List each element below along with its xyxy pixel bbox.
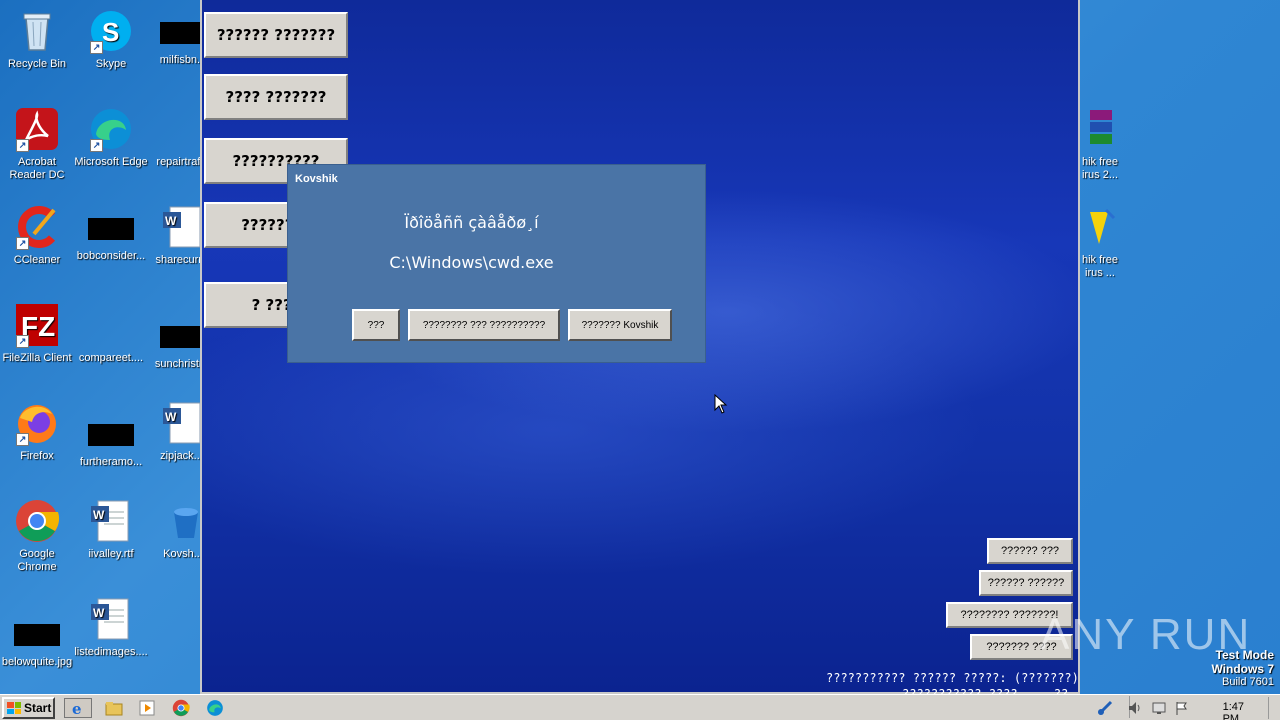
ie-taskbar-icon[interactable]: e — [64, 698, 92, 718]
mouse-cursor-icon — [714, 393, 728, 418]
desktop-icon-label: furtheramo... — [79, 456, 143, 468]
antivirus-icon — [1080, 204, 1120, 250]
start-label: Start — [24, 701, 52, 715]
chrome-taskbar-icon[interactable] — [170, 698, 192, 718]
start-button[interactable]: Start — [2, 697, 55, 719]
desktop-icon-ccleaner[interactable]: ↗ CCleaner — [0, 204, 74, 267]
desktop-icon-recycle-bin[interactable]: Recycle Bin — [0, 8, 74, 71]
media-player-taskbar-icon[interactable] — [136, 698, 158, 718]
taskbar-clock[interactable]: 1:47 PM — [1223, 701, 1244, 720]
svg-text:W: W — [93, 508, 105, 522]
desktop-icon-acrobat[interactable]: ↗ Acrobat Reader DC — [0, 106, 74, 182]
dialog-kovshik-button[interactable]: ??????? Kovshik — [568, 309, 672, 341]
edge-icon: ↗ — [88, 106, 134, 152]
volume-tray-icon[interactable] — [1124, 698, 1146, 718]
monitor-tray-icon[interactable] — [1148, 698, 1170, 718]
network-tray-icon[interactable] — [1094, 698, 1116, 718]
dialog-message-line-2: C:\Windows\cwd.exe — [288, 253, 705, 272]
winrar-icon — [1080, 106, 1120, 152]
blank-file-icon — [88, 302, 134, 348]
shortcut-arrow-icon: ↗ — [16, 237, 29, 250]
desktop-icon-bobconsider[interactable]: bobconsider... — [74, 204, 148, 263]
dialog-ok-button[interactable]: ??? — [352, 309, 400, 341]
svg-text:W: W — [93, 606, 105, 620]
acrobat-icon: ↗ — [14, 106, 60, 152]
edge-taskbar-icon[interactable] — [204, 698, 226, 718]
black-file-icon — [88, 424, 134, 446]
dialog-message-line-1: Ïðîöåññ çàâåðø¸í — [288, 213, 705, 232]
dialog-message-text-2: C:\Windows\cwd.exe — [389, 253, 554, 272]
filezilla-icon: FZ ↗ — [14, 302, 60, 348]
dialog-message-text-1: Ïðîöåññ çàâåðø¸í — [404, 213, 539, 232]
svg-text:S: S — [102, 17, 119, 47]
desktop-icon-edge[interactable]: ↗ Microsoft Edge — [74, 106, 148, 169]
desktop-icon-filezilla[interactable]: FZ ↗ FileZilla Client — [0, 302, 74, 365]
desktop-icon-label: Firefox — [20, 450, 54, 462]
svg-text:W: W — [165, 410, 177, 424]
ccleaner-icon: ↗ — [14, 204, 60, 250]
dialog-title: Kovshik — [295, 173, 338, 185]
shortcut-arrow-icon: ↗ — [90, 41, 103, 54]
shortcut-arrow-icon: ↗ — [16, 139, 29, 152]
black-file-icon — [88, 218, 134, 240]
shortcut-arrow-icon: ↗ — [90, 139, 103, 152]
shortcut-arrow-icon: ↗ — [16, 433, 29, 446]
shortcut-arrow-icon: ↗ — [16, 335, 29, 348]
bottom-button-1[interactable]: ?????? ??? — [987, 538, 1073, 564]
show-desktop-button[interactable] — [1268, 697, 1280, 719]
chrome-icon — [14, 498, 60, 544]
taskbar: Start e 1:47 PM — [0, 694, 1280, 720]
black-file-icon — [14, 624, 60, 646]
recycle-bin-icon — [14, 8, 60, 54]
word-doc-icon: W — [88, 596, 134, 642]
desktop-icon-label: Recycle Bin — [7, 58, 67, 70]
test-mode-line-1: Test Mode — [1215, 648, 1274, 662]
desktop-icon-label: listedimages.... — [74, 646, 148, 658]
side-button-1[interactable]: ?????? ??????? — [204, 12, 348, 58]
svg-text:e: e — [72, 700, 82, 716]
desktop-icon-label: Microsoft Edge — [74, 156, 148, 168]
test-mode-indicator: Test Mode Windows 7 Build 7601 — [1211, 648, 1274, 688]
kovshik-dialog: Kovshik Ïðîöåññ çàâåðø¸í C:\Windows\cwd.… — [287, 164, 706, 363]
desktop-icon-label: bobconsider... — [76, 250, 146, 262]
desktop-icon-label: belowquite.jpg — [1, 656, 73, 668]
word-doc-icon: W — [88, 498, 134, 544]
desktop-icon-furtheramo[interactable]: furtheramo... — [74, 410, 148, 469]
bottom-button-2[interactable]: ?????? ?????? — [979, 570, 1073, 596]
firefox-icon: ↗ — [14, 400, 60, 446]
test-mode-line-3: Build 7601 — [1222, 676, 1274, 688]
desktop-icon-label: FileZilla Client — [2, 352, 72, 364]
desktop-icon-label: iivalley.rtf — [88, 548, 134, 560]
desktop-icon-skype[interactable]: S ↗ Skype — [74, 8, 148, 71]
test-mode-line-2: Windows 7 — [1211, 662, 1274, 676]
desktop-icon-label: compareet.... — [78, 352, 144, 364]
desktop-icon-chrome[interactable]: Google Chrome — [0, 498, 74, 574]
desktop-icon-firefox[interactable]: ↗ Firefox — [0, 400, 74, 463]
skype-icon: S ↗ — [88, 8, 134, 54]
svg-text:W: W — [165, 214, 177, 228]
desktop-icon-iivalley[interactable]: W iivalley.rtf — [74, 498, 148, 561]
side-button-2[interactable]: ???? ??????? — [204, 74, 348, 120]
dialog-second-button[interactable]: ???????? ??? ?????????? — [408, 309, 560, 341]
desktop-icon-label: Skype — [95, 58, 127, 70]
status-line-1: ??????????? ?????? ?????: (???????) — [826, 671, 1079, 685]
action-center-flag-icon[interactable] — [1170, 698, 1192, 718]
desktop-icon-listedimages[interactable]: W listedimages.... — [74, 596, 148, 659]
desktop-icon-compareet[interactable]: compareet.... — [74, 302, 148, 365]
desktop-icon-belowquite[interactable]: belowquite.jpg — [0, 610, 74, 669]
windows-flag-icon — [7, 702, 21, 714]
desktop-icon-label: Acrobat Reader DC — [9, 156, 65, 181]
explorer-taskbar-icon[interactable] — [103, 698, 125, 718]
desktop-icon-label: CCleaner — [13, 254, 61, 266]
desktop-icon-label: Google Chrome — [17, 548, 57, 573]
